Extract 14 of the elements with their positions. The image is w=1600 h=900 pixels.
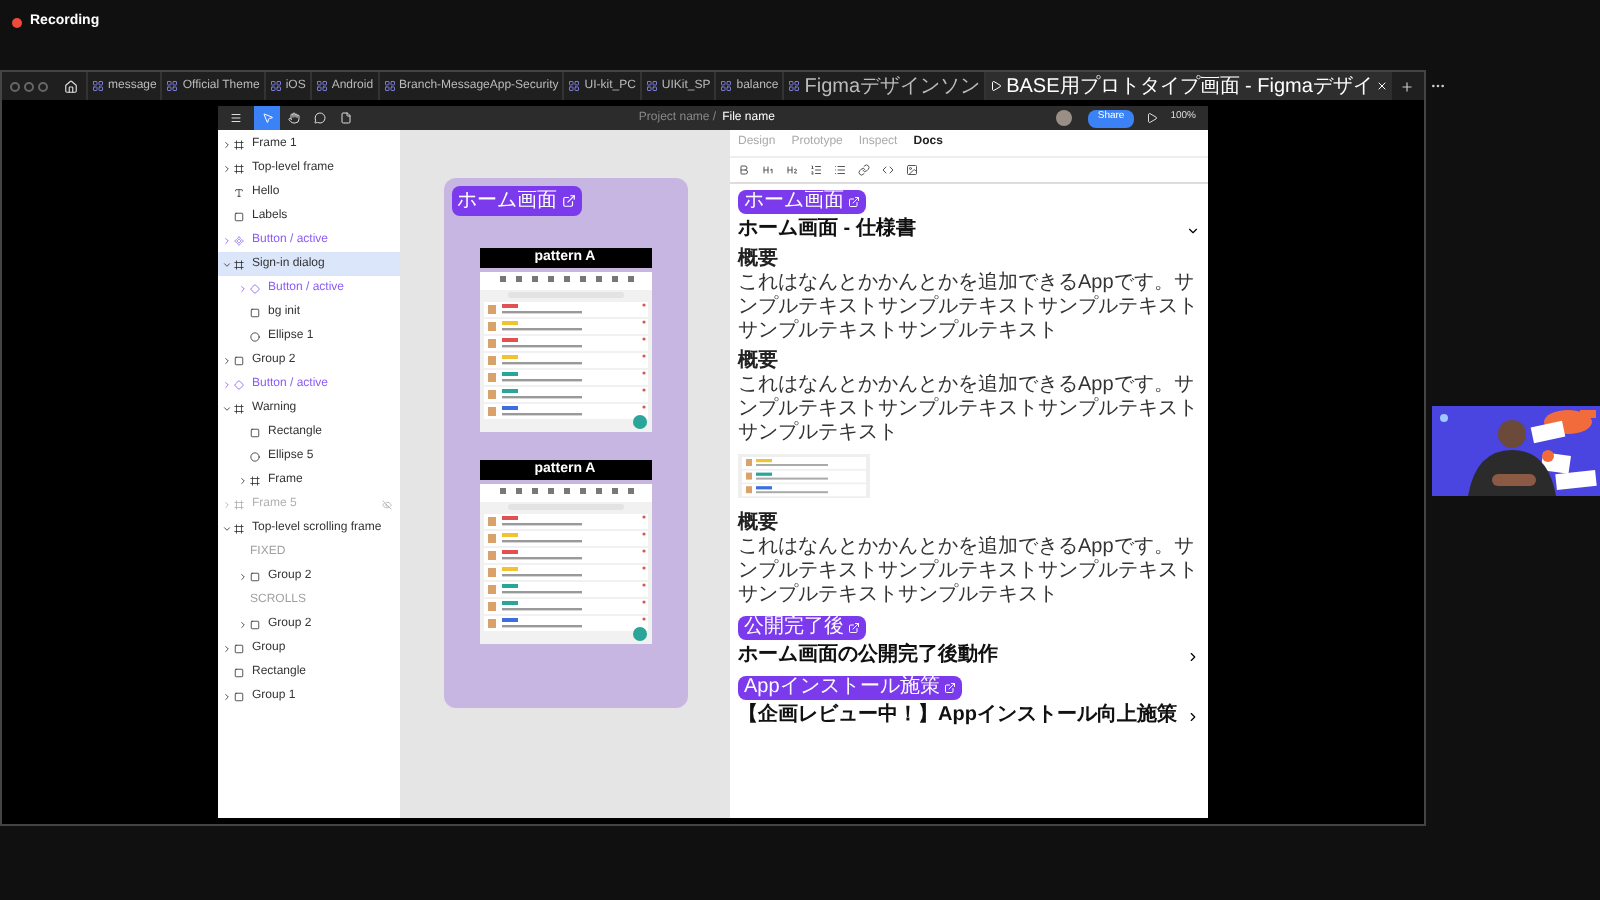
- section-heading: 概要: [738, 512, 778, 536]
- section-title: ホーム画面の公開完了後動作: [738, 644, 1000, 668]
- frame-label[interactable]: ホーム画面: [451, 186, 581, 216]
- browser-tab[interactable]: BASE用プロトタイプ画面 - Figmaデザイ: [984, 72, 1393, 100]
- page-link-tag[interactable]: ホーム画面: [738, 190, 866, 214]
- paragraph: これはなんとかかんとかを追加できるAppです。サンプルテキストサンプルテキストサンプルテキストサンプルテキストサンプルテキスト: [738, 536, 1200, 608]
- page-link-tag[interactable]: 公開完了後: [738, 616, 866, 640]
- section-heading: 概要: [738, 350, 778, 374]
- paragraph: これはなんとかかんとかを追加できるAppです。サンプルテキストサンプルテキストサンプルテキストサンプルテキストサンプルテキスト: [738, 272, 1200, 344]
- section-title: ホーム画面 - 仕様書: [738, 218, 918, 242]
- section-title: 【企画レビュー中！】Appインストール向上施策: [738, 704, 1179, 728]
- section-heading: 概要: [738, 248, 778, 272]
- page-link-tag[interactable]: Appインストール施策: [738, 676, 962, 700]
- paragraph: これはなんとかかんとかを追加できるAppです。サンプルテキストサンプルテキストサンプルテキストサンプルテキスト: [738, 374, 1200, 446]
